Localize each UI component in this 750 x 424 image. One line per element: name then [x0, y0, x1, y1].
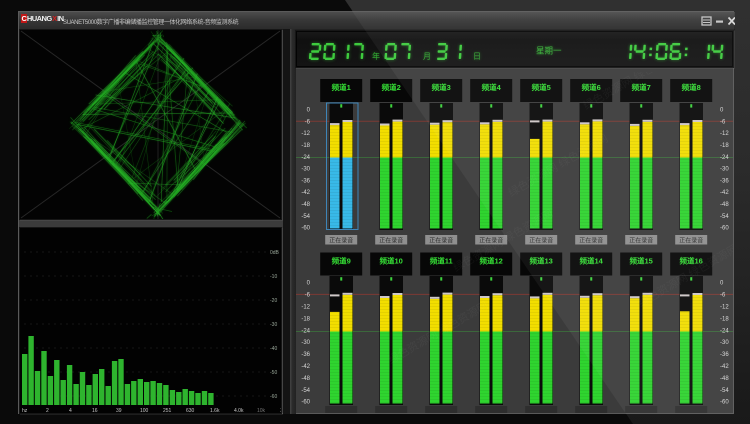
svg-text:频道3: 频道3 — [432, 82, 451, 92]
svg-text:-18: -18 — [301, 143, 310, 149]
svg-text:-54: -54 — [720, 214, 729, 220]
svg-text:频道10: 频道10 — [380, 256, 403, 266]
svg-text:-36: -36 — [301, 352, 310, 358]
svg-text:-54: -54 — [720, 388, 729, 394]
svg-text:-60: -60 — [301, 400, 310, 406]
svg-text:-10: -10 — [270, 274, 277, 280]
svg-text:星期一: 星期一 — [536, 46, 562, 56]
svg-text:-20: -20 — [270, 298, 277, 304]
svg-text:-30: -30 — [270, 322, 277, 328]
svg-text:-24: -24 — [301, 328, 310, 334]
svg-text:频道15: 频道15 — [630, 256, 653, 266]
svg-text:2: 2 — [46, 408, 49, 413]
svg-text:1.6k: 1.6k — [210, 408, 220, 413]
svg-text:-54: -54 — [301, 214, 310, 220]
svg-text:频道11: 频道11 — [430, 256, 453, 266]
svg-text:-42: -42 — [301, 190, 310, 196]
svg-text:-30: -30 — [301, 167, 310, 173]
svg-text:-12: -12 — [720, 305, 729, 311]
svg-text:-42: -42 — [720, 190, 729, 196]
svg-text:-60: -60 — [720, 226, 729, 232]
svg-text:正在录音: 正在录音 — [579, 237, 603, 245]
svg-text:-18: -18 — [720, 316, 729, 322]
svg-text:日: 日 — [473, 52, 481, 61]
svg-text:-30: -30 — [720, 167, 729, 173]
svg-text:-24: -24 — [720, 155, 729, 161]
svg-text:-18: -18 — [301, 316, 310, 322]
svg-text:频道2: 频道2 — [382, 82, 401, 92]
svg-text:月: 月 — [423, 52, 431, 61]
svg-text:hz: hz — [22, 408, 28, 413]
svg-text:-6: -6 — [305, 119, 311, 125]
svg-text:-30: -30 — [720, 340, 729, 346]
svg-text:频道1: 频道1 — [332, 82, 351, 92]
svg-text:-36: -36 — [720, 178, 729, 184]
svg-text:正在录音: 正在录音 — [379, 237, 403, 245]
svg-text:-12: -12 — [720, 131, 729, 137]
svg-text:正在录音: 正在录音 — [329, 237, 353, 245]
svg-text:0dB: 0dB — [270, 250, 280, 256]
svg-text:正在录音: 正在录音 — [529, 237, 553, 245]
svg-text:正在录音: 正在录音 — [429, 237, 453, 245]
svg-text:630: 630 — [186, 408, 195, 413]
svg-text:-60: -60 — [720, 400, 729, 406]
svg-text:-48: -48 — [720, 202, 729, 208]
svg-text:-48: -48 — [301, 376, 310, 382]
svg-text:16: 16 — [92, 408, 98, 413]
svg-text:-30: -30 — [301, 340, 310, 346]
svg-text:频道13: 频道13 — [530, 256, 553, 266]
svg-text:年: 年 — [372, 51, 380, 61]
svg-text:10k: 10k — [257, 408, 266, 413]
svg-text:-48: -48 — [301, 202, 310, 208]
svg-text:频道8: 频道8 — [682, 82, 701, 92]
svg-text:频道14: 频道14 — [580, 256, 604, 266]
svg-text:-36: -36 — [301, 178, 310, 184]
svg-text:正在录音: 正在录音 — [679, 237, 703, 245]
svg-text:4: 4 — [69, 408, 72, 413]
svg-text:-6: -6 — [720, 293, 726, 299]
svg-text:-40: -40 — [270, 346, 277, 352]
svg-text:频道9: 频道9 — [332, 256, 351, 266]
svg-text:-54: -54 — [301, 388, 310, 394]
svg-text:251: 251 — [163, 408, 172, 413]
svg-text:-24: -24 — [301, 155, 310, 161]
svg-text:-48: -48 — [720, 376, 729, 382]
svg-text:-18: -18 — [720, 143, 729, 149]
svg-text:频道4: 频道4 — [482, 82, 502, 92]
svg-text:-60: -60 — [301, 226, 310, 232]
svg-text:4.0k: 4.0k — [234, 408, 244, 413]
svg-text:-12: -12 — [301, 131, 310, 137]
svg-text:-12: -12 — [301, 305, 310, 311]
svg-text:25k: 25k — [280, 408, 281, 413]
svg-text:-36: -36 — [720, 352, 729, 358]
svg-text:100: 100 — [140, 408, 149, 413]
svg-text:-50: -50 — [270, 370, 277, 376]
svg-text:39: 39 — [116, 408, 122, 413]
svg-text:频道6: 频道6 — [582, 82, 601, 92]
svg-text:-42: -42 — [301, 364, 310, 370]
svg-text:-24: -24 — [720, 328, 729, 334]
svg-text:频道5: 频道5 — [532, 82, 551, 92]
svg-text:正在录音: 正在录音 — [629, 237, 653, 245]
svg-text:-60: -60 — [270, 394, 277, 400]
svg-text:-6: -6 — [305, 293, 311, 299]
svg-text:-42: -42 — [720, 364, 729, 370]
svg-text:-6: -6 — [720, 119, 726, 125]
